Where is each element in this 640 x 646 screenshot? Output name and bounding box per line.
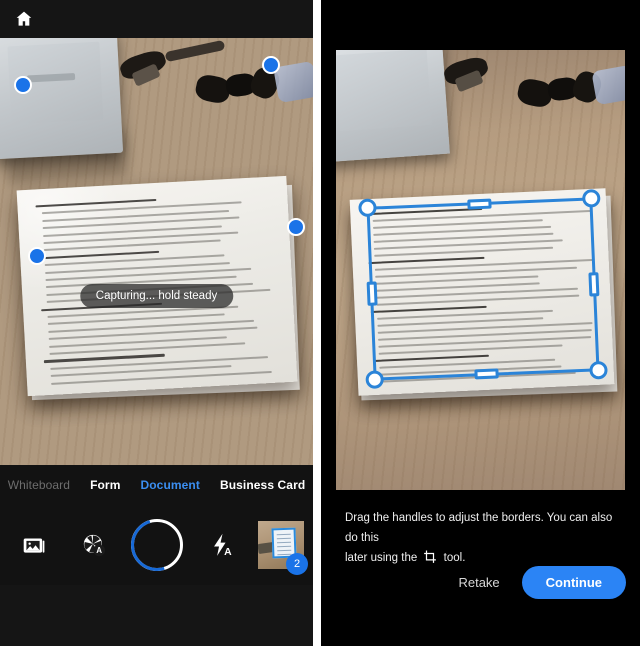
mode-form[interactable]: Form <box>90 478 120 492</box>
crop-border-frame[interactable] <box>366 197 599 380</box>
svg-text:A: A <box>96 546 102 555</box>
last-capture-thumbnail[interactable]: 2 <box>258 521 304 569</box>
shutter-button[interactable] <box>131 519 183 571</box>
mode-business-card[interactable]: Business Card <box>220 478 305 492</box>
gallery-icon[interactable] <box>18 529 50 561</box>
scanner-app-screenshot: Capturing... hold steady Whiteboard Form… <box>0 0 640 646</box>
adjust-borders-panel: Drag the handles to adjust the borders. … <box>321 0 640 646</box>
phone-box-object <box>0 38 123 159</box>
hint-line-2-after: tool. <box>444 552 466 564</box>
flash-auto-icon[interactable]: A <box>206 529 236 561</box>
capture-count-badge: 2 <box>286 553 308 575</box>
edge-handle-top[interactable] <box>467 199 491 210</box>
mode-selector: Whiteboard Form Document Business Card <box>0 465 313 505</box>
capture-preview[interactable] <box>336 50 625 490</box>
mode-whiteboard[interactable]: Whiteboard <box>8 478 70 492</box>
corner-handle-bottom-right[interactable] <box>287 218 305 236</box>
shutter-ring <box>131 519 183 571</box>
capture-status-toast: Capturing... hold steady <box>80 284 233 308</box>
corner-handle-top-left[interactable] <box>14 76 32 94</box>
capture-progress-arc <box>122 510 192 580</box>
edge-handle-bottom[interactable] <box>474 368 498 379</box>
camera-viewfinder[interactable]: Capturing... hold steady <box>0 38 313 465</box>
adjust-borders-hint: Drag the handles to adjust the borders. … <box>345 508 623 568</box>
hint-line-2-before: later using the <box>345 552 417 564</box>
corner-handle-top-right[interactable] <box>262 56 280 74</box>
edge-handle-right[interactable] <box>588 272 599 296</box>
clutter-object <box>591 65 625 105</box>
hint-line-1: Drag the handles to adjust the borders. … <box>345 512 612 544</box>
svg-text:A: A <box>224 547 232 558</box>
panel-divider <box>313 0 321 646</box>
corner-handle-top-left[interactable] <box>358 198 377 217</box>
camera-capture-panel: Capturing... hold steady Whiteboard Form… <box>0 0 313 646</box>
corner-handle-bottom-left[interactable] <box>28 247 46 265</box>
top-bar <box>0 0 313 38</box>
edge-handle-left[interactable] <box>367 281 378 305</box>
crop-icon <box>423 550 437 564</box>
mode-document[interactable]: Document <box>140 478 199 492</box>
camera-control-bar: A A 2 <box>0 505 313 585</box>
auto-capture-aperture-icon[interactable]: A <box>78 529 110 561</box>
continue-button[interactable]: Continue <box>522 566 626 599</box>
retake-button[interactable]: Retake <box>448 569 509 596</box>
phone-box-object <box>336 50 450 162</box>
action-bar: Retake Continue <box>448 566 626 599</box>
home-icon[interactable] <box>14 9 34 29</box>
